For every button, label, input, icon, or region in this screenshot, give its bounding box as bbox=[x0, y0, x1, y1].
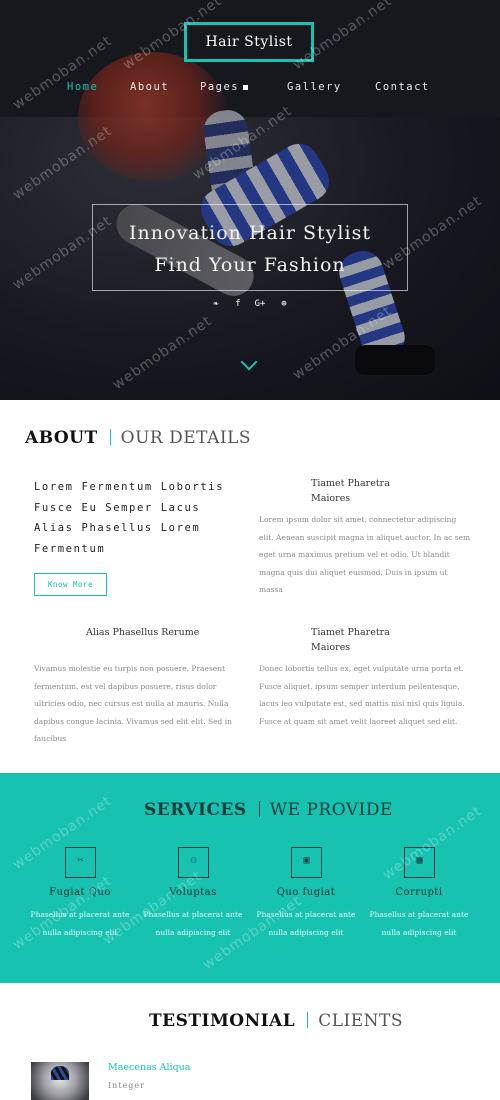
users-icon: ⚇ bbox=[178, 847, 209, 878]
hero-subheadline: Find Your Fashion bbox=[154, 254, 346, 276]
title-divider bbox=[307, 1012, 309, 1028]
service-description: Phasellus at placerat ante nulla adipisc… bbox=[30, 910, 130, 937]
logo[interactable]: Hair Stylist bbox=[184, 22, 314, 62]
services-subheading: WE PROVIDE bbox=[269, 800, 393, 820]
about-lead-text: Lorem Fermentum Lobortis Fusce Eu Semper… bbox=[34, 481, 225, 555]
google-plus-icon[interactable]: G+ bbox=[254, 299, 266, 309]
nav-pages[interactable]: Pages bbox=[200, 81, 249, 93]
testimonial-role: Integer bbox=[108, 1081, 145, 1090]
testimonial-subheading: CLIENTS bbox=[318, 1011, 404, 1031]
hero-headline: Innovation Hair Stylist bbox=[129, 222, 371, 244]
hero-headline-frame bbox=[92, 204, 408, 291]
about-block-heading: Alias Phasellus Rerume bbox=[86, 627, 200, 638]
briefcase-icon: ▣ bbox=[291, 847, 322, 878]
title-divider bbox=[258, 801, 260, 817]
service-name: Corrupti bbox=[395, 887, 443, 898]
scissors-icon: ✂ bbox=[65, 847, 96, 878]
avatar-hair bbox=[51, 1066, 69, 1080]
about-title: ABOUT OUR DETAILS bbox=[25, 428, 251, 448]
scissors-glyph: ✂ bbox=[77, 855, 84, 866]
title-divider bbox=[109, 429, 111, 445]
service-description: Phasellus at placerat ante nulla adipisc… bbox=[369, 910, 469, 937]
main-nav: Home About Pages Gallery Contact bbox=[0, 81, 500, 97]
nav-about[interactable]: About bbox=[130, 81, 169, 93]
nav-pages-label[interactable]: Pages bbox=[200, 81, 239, 93]
nav-gallery[interactable]: Gallery bbox=[287, 81, 342, 93]
users-glyph: ⚇ bbox=[190, 855, 197, 866]
about-block-heading: Tiamet Pharetra Maiores bbox=[311, 627, 390, 653]
services-heading: SERVICES bbox=[144, 800, 247, 820]
about-block-text: Donec lobortis tellus ex, eget vulputate… bbox=[259, 664, 465, 726]
dribbble-icon[interactable]: ⊕ bbox=[278, 299, 290, 309]
nav-home[interactable]: Home bbox=[67, 81, 98, 93]
calendar-icon: ▦ bbox=[404, 847, 435, 878]
about-block-text: Lorem ipsum dolor sit amet, connectetur … bbox=[259, 515, 471, 594]
service-name: Quo fugiat bbox=[276, 887, 336, 898]
twitter-icon[interactable]: ❧ bbox=[210, 299, 222, 309]
service-name: Voluptas bbox=[169, 887, 217, 898]
services-title: SERVICES WE PROVIDE bbox=[144, 800, 393, 820]
hero-section: Hair Stylist Home About Pages Gallery Co… bbox=[0, 0, 500, 400]
nav-contact[interactable]: Contact bbox=[375, 81, 430, 93]
dropdown-caret-icon[interactable] bbox=[243, 84, 249, 90]
testimonial-heading: TESTIMONIAL bbox=[149, 1011, 296, 1031]
about-block-text: Vivamus molestie eu turpis non posuere. … bbox=[34, 664, 232, 743]
calendar-glyph: ▦ bbox=[416, 855, 423, 866]
service-description: Phasellus at placerat ante nulla adipisc… bbox=[256, 910, 356, 937]
service-description: Phasellus at placerat ante nulla adipisc… bbox=[143, 910, 243, 937]
know-more-button[interactable]: Know More bbox=[34, 573, 107, 596]
logo-text[interactable]: Hair Stylist bbox=[187, 34, 311, 50]
testimonial-title: TESTIMONIAL CLIENTS bbox=[149, 1011, 403, 1031]
avatar bbox=[31, 1062, 89, 1100]
service-name: Fugiat Quo bbox=[49, 887, 111, 898]
about-block-heading: Tiamet Pharetra Maiores bbox=[311, 478, 390, 504]
facebook-icon[interactable]: f bbox=[232, 299, 244, 309]
testimonial-name: Maecenas Aliqua bbox=[108, 1062, 191, 1073]
briefcase-glyph: ▣ bbox=[303, 855, 310, 866]
about-heading: ABOUT bbox=[25, 428, 98, 448]
about-subheading: OUR DETAILS bbox=[120, 428, 252, 448]
